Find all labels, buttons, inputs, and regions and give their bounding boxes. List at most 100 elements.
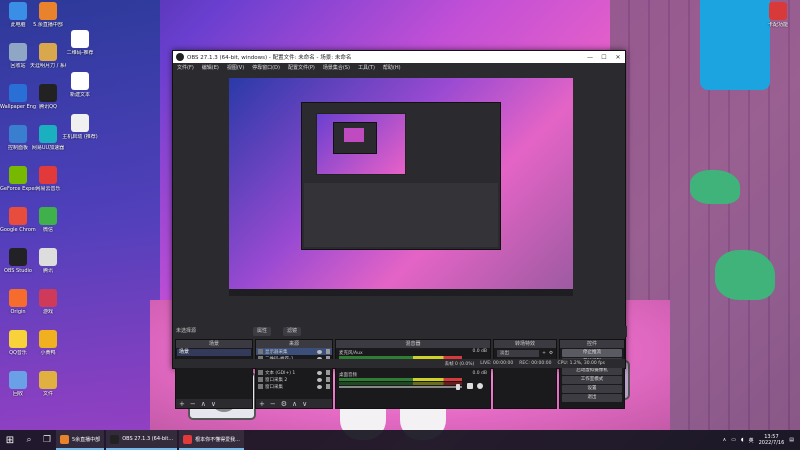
- desktop-icon-right[interactable]: 卡配功能: [760, 2, 796, 28]
- up-icon[interactable]: ∧: [292, 400, 297, 408]
- clock[interactable]: 13:57 2022/7/16: [759, 434, 785, 446]
- app-icon: [9, 330, 27, 348]
- status-bar: 丢帧 0 (0.0%) LIVE: 00:00:00 REC: 00:00:00…: [173, 359, 625, 368]
- control-button[interactable]: 设置: [562, 385, 622, 393]
- desktop-icon[interactable]: 新建文本: [62, 72, 98, 98]
- app-icon: [9, 2, 27, 20]
- app-icon: [39, 2, 57, 20]
- taskbar-app[interactable]: 5余直播中部: [56, 430, 105, 450]
- menu-item[interactable]: 配置文件(P): [288, 64, 315, 71]
- eye-icon[interactable]: [317, 384, 322, 389]
- lock-icon[interactable]: [326, 384, 330, 389]
- desktop-icon[interactable]: 文件: [30, 371, 66, 397]
- up-icon[interactable]: ∧: [201, 400, 206, 408]
- add-icon[interactable]: +: [259, 400, 265, 408]
- down-icon[interactable]: ∨: [302, 400, 307, 408]
- filters-button[interactable]: 滤镜: [283, 327, 302, 336]
- windows-start-icon[interactable]: ⊞: [0, 430, 20, 450]
- window-title: OBS 27.1.3 (64-bit, windows) - 配置文件: 未命名…: [187, 55, 352, 61]
- menu-item[interactable]: 停靠窗口(D): [252, 64, 280, 71]
- desktop-icon[interactable]: 二维码-推荐: [62, 30, 98, 56]
- taskbar-app[interactable]: 根本你不懂得爱我...: [179, 430, 244, 450]
- nested-panels: [304, 183, 498, 247]
- desktop-icon[interactable]: 微信: [30, 207, 66, 233]
- dock-footer: + − ∧ ∨: [176, 399, 252, 408]
- menu-item[interactable]: 工具(T): [358, 64, 375, 71]
- task-view-icon[interactable]: ❐: [38, 430, 56, 450]
- lock-icon[interactable]: [326, 377, 330, 382]
- desktop-icon-label: 微信: [42, 227, 53, 233]
- app-icon: [9, 43, 27, 61]
- transitions-body: 淡出 +⚙ 时长 300 ms: [494, 348, 556, 408]
- minimize-icon[interactable]: —: [583, 54, 597, 61]
- remove-icon[interactable]: −: [190, 400, 196, 408]
- gear-icon[interactable]: [477, 383, 483, 389]
- desktop-icon[interactable]: 5.余直播中部: [30, 2, 66, 28]
- gear-icon[interactable]: ⚙: [281, 400, 287, 408]
- obs-window[interactable]: OBS 27.1.3 (64-bit, windows) - 配置文件: 未命名…: [172, 50, 627, 409]
- control-button[interactable]: 启动虚拟摄像机: [562, 367, 622, 375]
- app-icon: [9, 248, 27, 266]
- control-button[interactable]: 退出: [562, 394, 622, 402]
- gear-icon[interactable]: ⚙: [549, 351, 553, 356]
- volume-fader[interactable]: [339, 386, 462, 388]
- chevron-up-icon[interactable]: ∧: [723, 437, 727, 443]
- ime-lang[interactable]: 英: [749, 437, 754, 444]
- eye-icon[interactable]: [317, 377, 322, 382]
- properties-button[interactable]: 属性: [253, 327, 272, 336]
- search-icon[interactable]: ⌕: [20, 430, 38, 450]
- speaker-icon[interactable]: [467, 383, 473, 389]
- menu-item[interactable]: 帮助(H): [383, 64, 401, 71]
- desktop-icon[interactable]: 腾讯: [30, 248, 66, 274]
- desktop-icon[interactable]: 网易UU加速器: [30, 125, 66, 151]
- track-db: 0.0 dB: [472, 371, 487, 376]
- volume-knob[interactable]: [456, 384, 460, 390]
- menu-item[interactable]: 视图(V): [227, 64, 244, 71]
- control-button[interactable]: 停止推流: [562, 349, 622, 357]
- transition-select[interactable]: 淡出: [497, 350, 540, 357]
- mixer-track: 桌面音频 0.0 dB: [336, 370, 490, 392]
- volume-meter: [339, 378, 462, 381]
- desktop-icon[interactable]: 小黄鸭: [30, 330, 66, 356]
- dock-title: 场景: [176, 340, 252, 348]
- desktop-icon[interactable]: 腾讯QQ: [30, 84, 66, 110]
- menu-item[interactable]: 文件(F): [177, 64, 194, 71]
- dock-footer: + − ⚙ ∧ ∨: [256, 399, 332, 408]
- desktop-icon[interactable]: 天涯明月刀 / 系统: [30, 43, 66, 69]
- preview-nested-obs: [301, 102, 501, 250]
- source-item[interactable]: 窗口采集: [256, 383, 332, 390]
- menu-item[interactable]: 场景集合(S): [323, 64, 350, 71]
- obs-titlebar[interactable]: OBS 27.1.3 (64-bit, windows) - 配置文件: 未命名…: [173, 51, 625, 63]
- desktop-icon[interactable]: 游戏: [30, 289, 66, 315]
- source-type-icon: [258, 349, 263, 354]
- taskbar-app[interactable]: OBS 27.1.3 (64-bit...: [106, 430, 178, 450]
- down-icon[interactable]: ∨: [211, 400, 216, 408]
- scene-item[interactable]: 场景: [177, 349, 251, 356]
- add-icon[interactable]: +: [179, 400, 185, 408]
- source-type-icon: [258, 384, 263, 389]
- lock-icon[interactable]: [326, 349, 330, 354]
- app-icon: [769, 2, 787, 20]
- menu-item[interactable]: 编辑(E): [202, 64, 219, 71]
- close-icon[interactable]: ✕: [611, 54, 625, 61]
- source-item[interactable]: 显示器采集: [256, 348, 332, 355]
- eye-icon[interactable]: [317, 370, 322, 375]
- desktop-icon-label: 小黄鸭: [40, 350, 56, 356]
- desktop-icon[interactable]: 主机启动 (推荐): [62, 114, 98, 140]
- app-icon: [71, 114, 89, 132]
- control-button[interactable]: 工作室模式: [562, 376, 622, 384]
- dock-title: 控件: [560, 340, 624, 348]
- source-item[interactable]: 窗口采集 2: [256, 376, 332, 383]
- add-icon[interactable]: +: [542, 351, 546, 356]
- volume-icon[interactable]: ◖: [741, 437, 744, 443]
- eye-icon[interactable]: [317, 349, 322, 354]
- maximize-icon[interactable]: ☐: [597, 54, 611, 61]
- notification-icon[interactable]: ▤: [789, 437, 794, 443]
- network-icon[interactable]: ▭: [731, 437, 736, 443]
- remove-icon[interactable]: −: [270, 400, 276, 408]
- source-item[interactable]: 文本 (GDI+) 1: [256, 369, 332, 376]
- desktop-icon[interactable]: 网易云音乐: [30, 166, 66, 192]
- lock-icon[interactable]: [326, 370, 330, 375]
- preview-canvas[interactable]: [229, 78, 573, 296]
- source-list: 显示器采集二维码-推荐-1二维码-推荐-2文本 (GDI+) 1窗口采集 2窗口…: [256, 348, 332, 399]
